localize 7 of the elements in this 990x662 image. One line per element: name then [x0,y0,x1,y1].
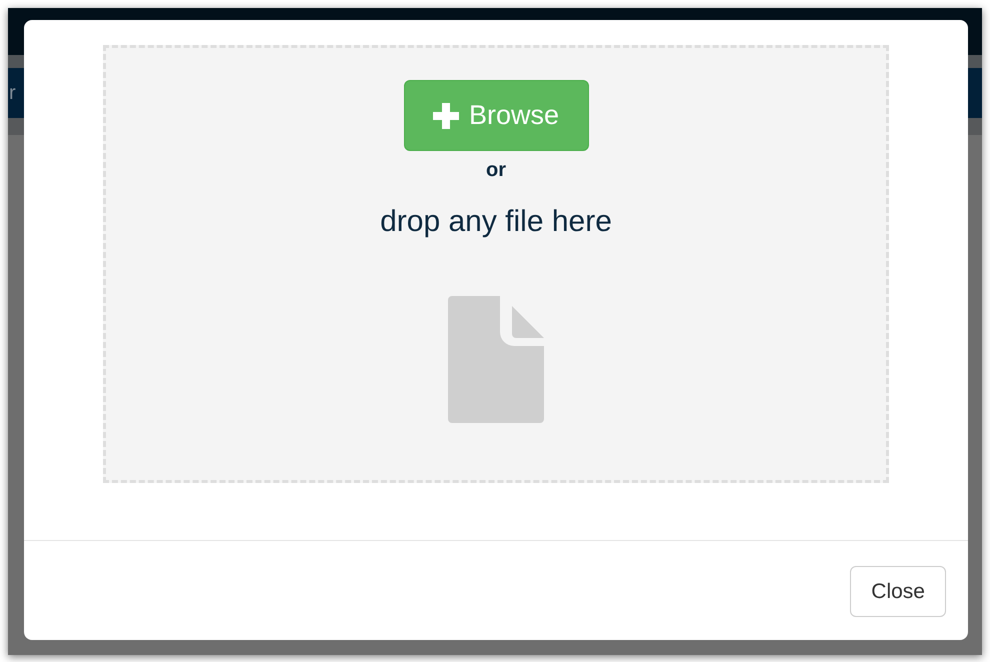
drop-zone[interactable]: Browse or drop any file here [103,45,889,483]
file-icon [448,296,544,423]
nav-text: r [9,81,16,106]
plus-icon [432,102,459,128]
drop-hint: drop any file here [380,204,612,240]
or-label: or [486,158,506,183]
close-button[interactable]: Close [850,566,946,617]
